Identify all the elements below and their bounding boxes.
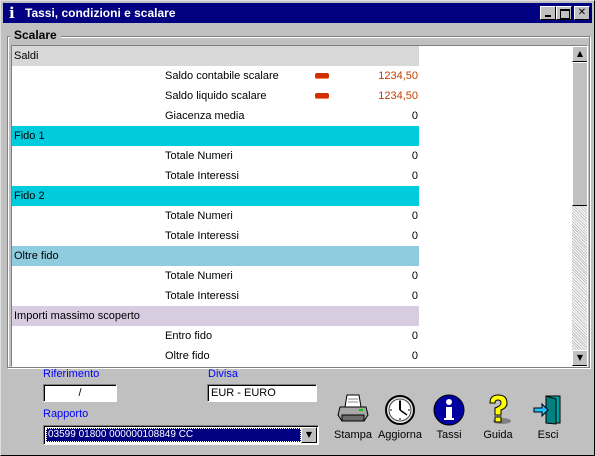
table-row: Totale Numeri 0 bbox=[12, 266, 572, 286]
tassi-button[interactable]: Tassi bbox=[426, 393, 472, 445]
row-label: Oltre fido bbox=[165, 350, 210, 362]
section-label: Importi massimo scoperto bbox=[14, 310, 140, 322]
section-header: Importi massimo scoperto bbox=[12, 306, 419, 326]
section-label: Fido 1 bbox=[14, 130, 45, 142]
section-header: Fido 2 bbox=[12, 186, 419, 206]
vertical-scrollbar[interactable]: ▲ ▼ bbox=[572, 46, 587, 366]
aggiorna-button[interactable]: Aggiorna bbox=[377, 393, 423, 445]
row-value: 0 bbox=[411, 270, 418, 282]
table-row: Totale Interessi 0 bbox=[12, 166, 572, 186]
table-row: Totale Numeri 0 bbox=[12, 206, 572, 226]
negative-indicator-icon bbox=[315, 73, 329, 79]
riferimento-field[interactable]: / bbox=[43, 384, 117, 402]
row-label: Giacenza media bbox=[165, 110, 245, 122]
section-header: Fido 1 bbox=[12, 126, 419, 146]
row-label: Saldo contabile scalare bbox=[165, 70, 279, 82]
exit-door-icon bbox=[533, 395, 561, 425]
row-label: Entro fido bbox=[165, 330, 213, 342]
row-label: Saldo liquido scalare bbox=[165, 90, 267, 102]
table-row: Totale Numeri 0 bbox=[12, 146, 572, 166]
table-row: Saldo contabile scalare 1234,50 bbox=[12, 66, 572, 86]
help-icon bbox=[489, 394, 511, 424]
row-value: 0 bbox=[411, 330, 418, 342]
row-value: 0 bbox=[411, 290, 418, 302]
row-value: 0 bbox=[411, 110, 418, 122]
rapporto-selected-value: 03599 01800 000000108849 CC bbox=[46, 428, 301, 442]
scalare-group-label: Scalare bbox=[10, 28, 61, 42]
scroll-thumb[interactable] bbox=[572, 62, 587, 206]
clock-icon bbox=[385, 395, 415, 425]
table-row: Giacenza media 0 bbox=[12, 106, 572, 126]
row-label: Totale Interessi bbox=[165, 170, 239, 182]
row-label: Totale Numeri bbox=[165, 150, 233, 162]
section-header: Saldi bbox=[12, 46, 419, 66]
row-value: 0 bbox=[411, 150, 418, 162]
divisa-label: Divisa bbox=[208, 368, 238, 380]
scalare-panel: Saldi Saldo contabile scalare 1234,50 Saldo… bbox=[11, 45, 588, 367]
rapporto-select[interactable]: 03599 01800 000000108849 CC ▼ bbox=[43, 425, 319, 445]
table-row: Entro fido 0 bbox=[12, 326, 572, 346]
row-label: Totale Numeri bbox=[165, 210, 233, 222]
row-value: 0 bbox=[411, 170, 418, 182]
row-label: Totale Interessi bbox=[165, 230, 239, 242]
row-value: 1234,50 bbox=[378, 90, 418, 102]
info-icon bbox=[433, 394, 465, 426]
row-value: 0 bbox=[411, 210, 418, 222]
section-label: Fido 2 bbox=[14, 190, 45, 202]
esci-button[interactable]: Esci bbox=[525, 393, 571, 445]
row-value: 0 bbox=[411, 230, 418, 242]
section-header: Oltre fido bbox=[12, 246, 419, 266]
printer-icon bbox=[337, 394, 369, 422]
minimize-button[interactable] bbox=[540, 6, 556, 20]
chevron-down-icon[interactable]: ▼ bbox=[301, 427, 317, 443]
table-row: Totale Interessi 0 bbox=[12, 286, 572, 306]
row-label: Totale Numeri bbox=[165, 270, 233, 282]
main-window: i Tassi, condizioni e scalare ✕ Scalare … bbox=[0, 0, 595, 456]
divisa-field[interactable]: EUR - EURO bbox=[207, 384, 317, 402]
riferimento-label: Riferimento bbox=[43, 368, 100, 380]
rapporto-label: Rapporto bbox=[43, 408, 89, 420]
scroll-up-button[interactable]: ▲ bbox=[572, 46, 587, 62]
row-value: 1234,50 bbox=[378, 70, 418, 82]
info-icon: i bbox=[9, 4, 15, 22]
guida-button[interactable]: Guida bbox=[475, 393, 521, 445]
negative-indicator-icon bbox=[315, 93, 329, 99]
table-row: Totale Interessi 0 bbox=[12, 226, 572, 246]
window-title: Tassi, condizioni e scalare bbox=[25, 6, 176, 20]
maximize-button[interactable] bbox=[556, 6, 572, 20]
stampa-button[interactable]: Stampa bbox=[330, 393, 376, 445]
scroll-down-button[interactable]: ▼ bbox=[572, 350, 587, 366]
close-button[interactable]: ✕ bbox=[574, 6, 590, 20]
row-label: Totale Interessi bbox=[165, 290, 239, 302]
title-bar[interactable]: i Tassi, condizioni e scalare ✕ bbox=[3, 3, 592, 23]
scalare-rows: Saldi Saldo contabile scalare 1234,50 Saldo… bbox=[12, 46, 572, 366]
table-row: Oltre fido 0 bbox=[12, 346, 572, 366]
row-value: 0 bbox=[411, 350, 418, 362]
table-row: Saldo liquido scalare 1234,50 bbox=[12, 86, 572, 106]
section-label: Saldi bbox=[14, 50, 39, 62]
esci-label: Esci bbox=[537, 429, 559, 441]
section-label: Oltre fido bbox=[14, 250, 59, 262]
